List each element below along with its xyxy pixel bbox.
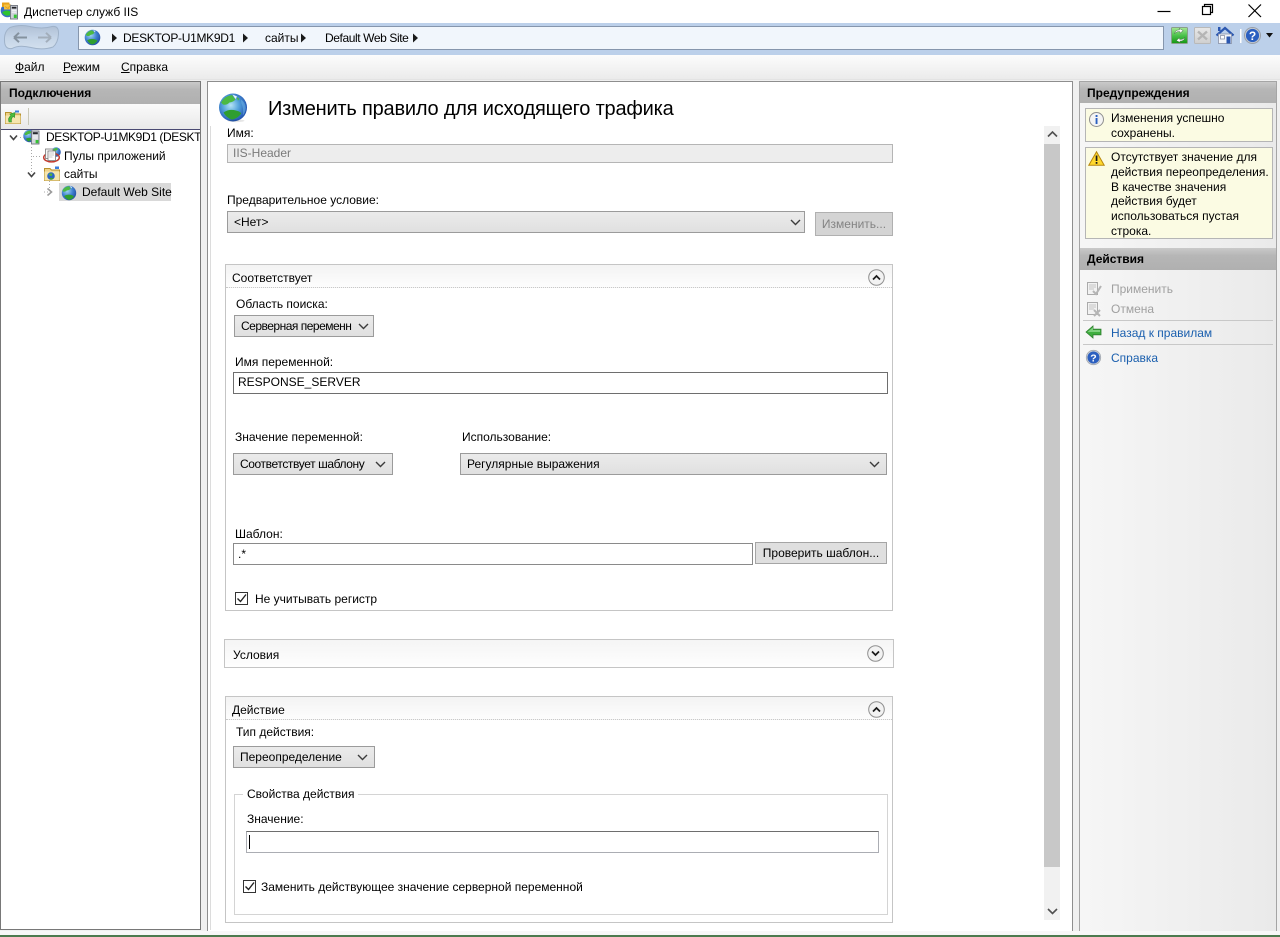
svg-text:?: ?	[1249, 29, 1256, 43]
svg-text:?: ?	[1090, 352, 1096, 364]
